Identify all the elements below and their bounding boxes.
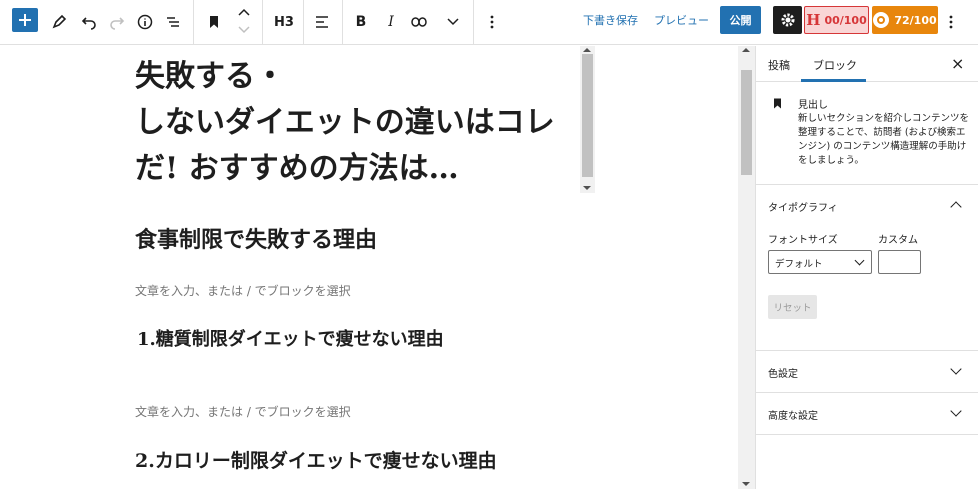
advanced-panel[interactable]: 高度な設定 [756, 393, 978, 435]
bold-button[interactable]: B [350, 7, 372, 37]
chevron-down-icon [950, 405, 962, 417]
active-tab-indicator [801, 79, 866, 82]
advanced-panel-title: 高度な設定 [768, 411, 818, 422]
pen-icon [52, 14, 67, 29]
gear-icon [781, 13, 794, 27]
paragraph-placeholder[interactable]: 文章を入力、または / でブロックを選択 [135, 403, 351, 420]
tab-post[interactable]: 投稿 [768, 57, 790, 73]
heading-check-badge[interactable]: H 00/100 [804, 6, 869, 34]
move-up-button[interactable] [236, 4, 252, 20]
move-down-icon [238, 26, 250, 34]
settings-button[interactable] [773, 6, 802, 34]
heading-block-h2[interactable]: 食事制限で失敗する理由 [135, 222, 377, 254]
seo-score-badge[interactable]: 72/100 [872, 6, 938, 34]
editor-scrollbar[interactable] [738, 46, 755, 489]
typography-panel-title[interactable]: タイポグラフィ [768, 199, 838, 214]
reset-button[interactable]: リセット [768, 295, 817, 319]
font-size-select[interactable]: デフォルト [768, 250, 872, 274]
preview-link[interactable]: プレビュー [654, 12, 709, 28]
bookmark-icon [210, 16, 218, 28]
editor-canvas: 失敗する・ しないダイエットの違いはコレ だ! おすすめの方法は… 食事制限で失… [0, 46, 738, 489]
heading-level-button[interactable]: H3 [270, 7, 298, 37]
list-view-icon [167, 17, 179, 27]
title-scrollbar[interactable] [580, 46, 595, 193]
sidebar-tabs: 投稿 ブロック × [756, 46, 978, 82]
list-view-button[interactable] [162, 7, 184, 37]
toolbar-divider [342, 0, 343, 45]
block-card-description: 新しいセクションを紹介しコンテンツを整理することで、訪問者 (および検索エンジン… [798, 113, 970, 166]
scrollbar-thumb[interactable] [741, 70, 752, 175]
settings-sidebar: 投稿 ブロック × 見出し 新しいセクションを紹介しコンテンツを整理することで、… [755, 46, 978, 489]
paragraph-placeholder[interactable]: 文章を入力、または / でブロックを選択 [135, 282, 351, 299]
scroll-up-arrow[interactable] [583, 48, 591, 52]
color-settings-panel[interactable]: 色設定 [756, 351, 978, 393]
redo-button[interactable] [106, 7, 128, 37]
add-block-button[interactable] [12, 8, 38, 32]
score-circle-icon [873, 12, 890, 28]
post-title-line: だ! おすすめの方法は… [135, 151, 459, 186]
info-icon [137, 14, 153, 30]
block-card-title: 見出し [798, 100, 828, 111]
link-button[interactable] [408, 7, 430, 37]
options-menu-button[interactable] [944, 7, 958, 37]
close-sidebar-button[interactable]: × [951, 54, 964, 73]
post-title-line: しないダイエットの違いはコレ [135, 105, 555, 140]
align-button[interactable] [311, 7, 333, 37]
more-icon [490, 15, 494, 29]
move-down-button[interactable] [236, 22, 252, 38]
plus-icon [19, 14, 31, 26]
toolbar-divider [473, 0, 474, 45]
heading-block-h3[interactable]: 1.糖質制限ダイエットで痩せない理由 [137, 325, 444, 351]
tools-button[interactable] [48, 7, 70, 37]
move-up-icon [238, 8, 250, 16]
toolbar-divider [303, 0, 304, 45]
publish-button[interactable]: 公開 [720, 6, 761, 34]
save-draft-link[interactable]: 下書き保存 [583, 12, 638, 28]
scroll-down-arrow[interactable] [583, 186, 591, 190]
color-settings-title: 色設定 [768, 369, 798, 380]
tab-block[interactable]: ブロック [813, 57, 857, 73]
block-options-button[interactable] [481, 7, 503, 37]
block-card: 見出し 新しいセクションを紹介しコンテンツを整理することで、訪問者 (および検索… [756, 83, 978, 185]
font-size-label: フォントサイズ [768, 235, 838, 246]
link-icon [411, 17, 427, 27]
editor-toolbar: H3 B I 下書き保存 プレビュー 公開 H 00/100 72/100 [0, 0, 978, 45]
scroll-down-arrow[interactable] [742, 482, 750, 486]
toolbar-divider [193, 0, 194, 45]
custom-font-size-input[interactable] [878, 250, 921, 274]
post-title-input[interactable]: 失敗する・ しないダイエットの違いはコレ だ! おすすめの方法は… [135, 54, 580, 192]
more-icon [949, 15, 953, 29]
bookmark-icon [774, 98, 781, 109]
chevron-down-icon [854, 255, 865, 266]
scrollbar-thumb[interactable] [582, 54, 593, 177]
chevron-down-icon [447, 18, 459, 26]
redo-icon [110, 17, 125, 30]
post-title-line: 失敗する・ [135, 59, 285, 94]
seo-score: 72/100 [894, 13, 937, 27]
h-logo-icon: H [806, 11, 821, 29]
heading-block-h3[interactable]: 2.カロリー制限ダイエットで痩せない理由 [135, 446, 497, 473]
more-rich-text-button[interactable] [442, 7, 464, 37]
heading-score: 00/100 [824, 13, 867, 27]
undo-button[interactable] [78, 7, 100, 37]
align-icon [316, 16, 328, 28]
custom-size-label: カスタム [878, 235, 918, 246]
italic-button[interactable]: I [380, 7, 402, 37]
block-type-button[interactable] [203, 7, 225, 37]
toolbar-divider [262, 0, 263, 45]
details-button[interactable] [134, 7, 156, 37]
undo-icon [81, 17, 96, 30]
chevron-down-icon [950, 363, 962, 375]
chevron-up-icon[interactable] [950, 201, 962, 213]
scroll-up-arrow[interactable] [742, 48, 750, 52]
font-size-select-value: デフォルト [775, 259, 823, 270]
